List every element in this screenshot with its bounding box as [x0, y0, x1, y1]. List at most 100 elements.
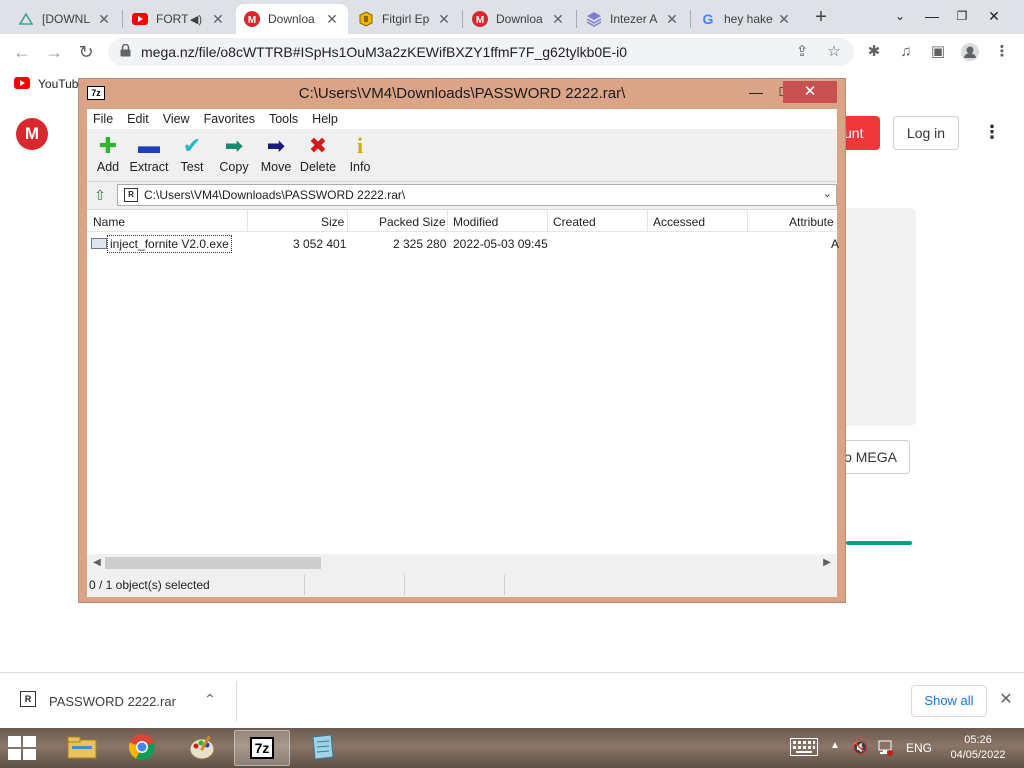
copy-icon: ➡ [224, 133, 244, 158]
input-language[interactable]: ENG [906, 741, 932, 755]
close-icon[interactable]: ✕ [436, 11, 452, 28]
reload-icon[interactable]: ↻ [74, 40, 98, 64]
bookmark-star-icon[interactable]: ☆ [824, 42, 844, 62]
new-tab-button[interactable]: + [810, 6, 832, 28]
column-divider[interactable] [347, 210, 348, 232]
column-size[interactable]: Size [321, 215, 344, 229]
url-text[interactable]: mega.nz/file/o8cWTTRB#ISpHs1OuM3a2zKEWif… [141, 44, 627, 60]
test-label: Test [180, 160, 204, 174]
side-panel-icon[interactable]: ▣ [928, 42, 948, 62]
test-button[interactable]: ✔ Test [171, 134, 213, 175]
back-arrow-icon[interactable]: ← [10, 40, 34, 64]
menu-view[interactable]: View [163, 112, 190, 126]
scrollbar-thumb[interactable] [105, 557, 321, 569]
forward-arrow-icon[interactable]: → [42, 40, 66, 64]
tab-3[interactable]: Fitgirl Ep ✕ [350, 4, 460, 34]
column-divider[interactable] [447, 210, 448, 232]
column-divider[interactable] [547, 210, 548, 232]
login-button[interactable]: Log in [893, 116, 959, 150]
close-icon[interactable]: ✕ [998, 689, 1014, 709]
youtube-bookmark-icon[interactable] [14, 76, 30, 92]
tab-search-chevron-icon[interactable]: ⌄ [886, 4, 914, 28]
column-created[interactable]: Created [553, 215, 596, 229]
tab-5[interactable]: Intezer A ✕ [578, 4, 688, 34]
more-menu-icon[interactable]: ⋮ [982, 122, 1002, 146]
table-row[interactable]: inject_fornite V2.0.exe 3 052 401 2 325 … [87, 234, 839, 254]
close-icon[interactable]: ✕ [776, 11, 792, 28]
sevenzip-icon: 7z [249, 737, 275, 759]
tab-divider [462, 10, 463, 28]
speaker-icon[interactable]: ◀) [190, 13, 202, 26]
menu-help[interactable]: Help [312, 112, 338, 126]
network-icon[interactable] [876, 740, 894, 759]
column-accessed[interactable]: Accessed [653, 215, 705, 229]
media-control-icon[interactable]: ♫ [896, 42, 916, 62]
taskbar-sevenzip[interactable]: 7z [234, 730, 290, 766]
scroll-right-icon[interactable]: ▶ [819, 555, 835, 571]
window-close-icon[interactable]: ✕ [783, 81, 837, 103]
download-item-name[interactable]: PASSWORD 2222.rar [49, 694, 176, 709]
profile-avatar-icon[interactable] [960, 42, 980, 62]
close-icon[interactable]: ✕ [664, 11, 680, 28]
column-name[interactable]: Name [93, 215, 125, 229]
tab-2-active[interactable]: M Downloa ✕ [236, 4, 348, 34]
delete-button[interactable]: ✖ Delete [297, 134, 339, 175]
chevron-up-icon[interactable]: ⌃ [204, 691, 216, 708]
menu-edit[interactable]: Edit [127, 112, 149, 126]
add-button[interactable]: ✚ Add [87, 134, 129, 175]
close-icon[interactable]: ✕ [96, 11, 112, 28]
system-clock[interactable]: 05:26 04/05/2022 [948, 733, 1008, 763]
tab-1[interactable]: FORT ◀) ✕ [124, 4, 234, 34]
window-close-icon[interactable]: ✕ [980, 4, 1008, 28]
extract-button[interactable]: ▬ Extract [127, 134, 171, 175]
restore-icon[interactable]: ❐ [948, 4, 976, 28]
info-button[interactable]: i Info [339, 134, 381, 175]
column-divider[interactable] [747, 210, 748, 232]
tab-4[interactable]: M Downloa ✕ [464, 4, 574, 34]
chevron-down-icon[interactable]: ⌄ [823, 187, 832, 200]
tab-0[interactable]: [DOWNL ✕ [10, 4, 120, 34]
browser-tab-strip: [DOWNL ✕ FORT ◀) ✕ M Downloa ✕ Fitgirl E… [0, 0, 1024, 34]
close-icon[interactable]: ✕ [550, 11, 566, 28]
taskbar-chrome[interactable] [114, 730, 170, 766]
taskbar-file-explorer[interactable] [54, 730, 110, 766]
lock-icon[interactable] [120, 43, 131, 60]
extensions-icon[interactable]: ✱ [864, 42, 884, 62]
address-bar[interactable]: mega.nz/file/o8cWTTRB#ISpHs1OuM3a2zKEWif… [108, 38, 854, 66]
move-button[interactable]: ➡ Move [255, 134, 297, 175]
column-divider[interactable] [647, 210, 648, 232]
folder-up-icon[interactable]: ⇧ [91, 186, 109, 204]
minimize-icon[interactable]: — [918, 4, 946, 28]
window-titlebar[interactable]: 7z C:\Users\VM4\Downloads\PASSWORD 2222.… [79, 79, 845, 107]
file-name-cell[interactable]: inject_fornite V2.0.exe [107, 235, 232, 253]
horizontal-scrollbar[interactable]: ◀ ▶ [87, 554, 837, 572]
share-icon[interactable]: ⇪ [792, 42, 812, 62]
start-button[interactable] [8, 736, 38, 760]
column-divider[interactable] [247, 210, 248, 232]
volume-muted-icon[interactable]: 🔇 [852, 740, 868, 756]
copy-button[interactable]: ➡ Copy [213, 133, 255, 175]
minimize-icon[interactable]: — [745, 81, 767, 103]
path-bar: ⇧ R C:\Users\VM4\Downloads\PASSWORD 2222… [87, 182, 837, 208]
path-combobox[interactable]: R C:\Users\VM4\Downloads\PASSWORD 2222.r… [117, 184, 837, 206]
windows-logo-icon [8, 749, 21, 760]
menu-file[interactable]: File [93, 112, 113, 126]
chrome-menu-icon[interactable]: ⋮ [992, 42, 1012, 62]
mega-logo[interactable]: M [16, 118, 48, 150]
scroll-left-icon[interactable]: ◀ [89, 555, 105, 571]
progress-bar [846, 541, 912, 545]
close-icon[interactable]: ✕ [210, 11, 226, 28]
menu-favorites[interactable]: Favorites [204, 112, 255, 126]
taskbar-paint[interactable] [174, 730, 230, 766]
column-attributes[interactable]: Attribute [789, 215, 834, 229]
column-packed-size[interactable]: Packed Size [379, 215, 446, 229]
show-all-button[interactable]: Show all [911, 685, 987, 717]
tray-overflow-chevron-icon[interactable]: ▲ [830, 740, 840, 751]
touch-keyboard-icon[interactable] [790, 738, 818, 759]
close-icon[interactable]: ✕ [324, 11, 340, 28]
menu-tools[interactable]: Tools [269, 112, 298, 126]
tab-6[interactable]: G hey hake ✕ [692, 4, 800, 34]
taskbar-notepad[interactable] [294, 730, 350, 766]
triangle-icon [18, 11, 34, 27]
column-modified[interactable]: Modified [453, 215, 498, 229]
